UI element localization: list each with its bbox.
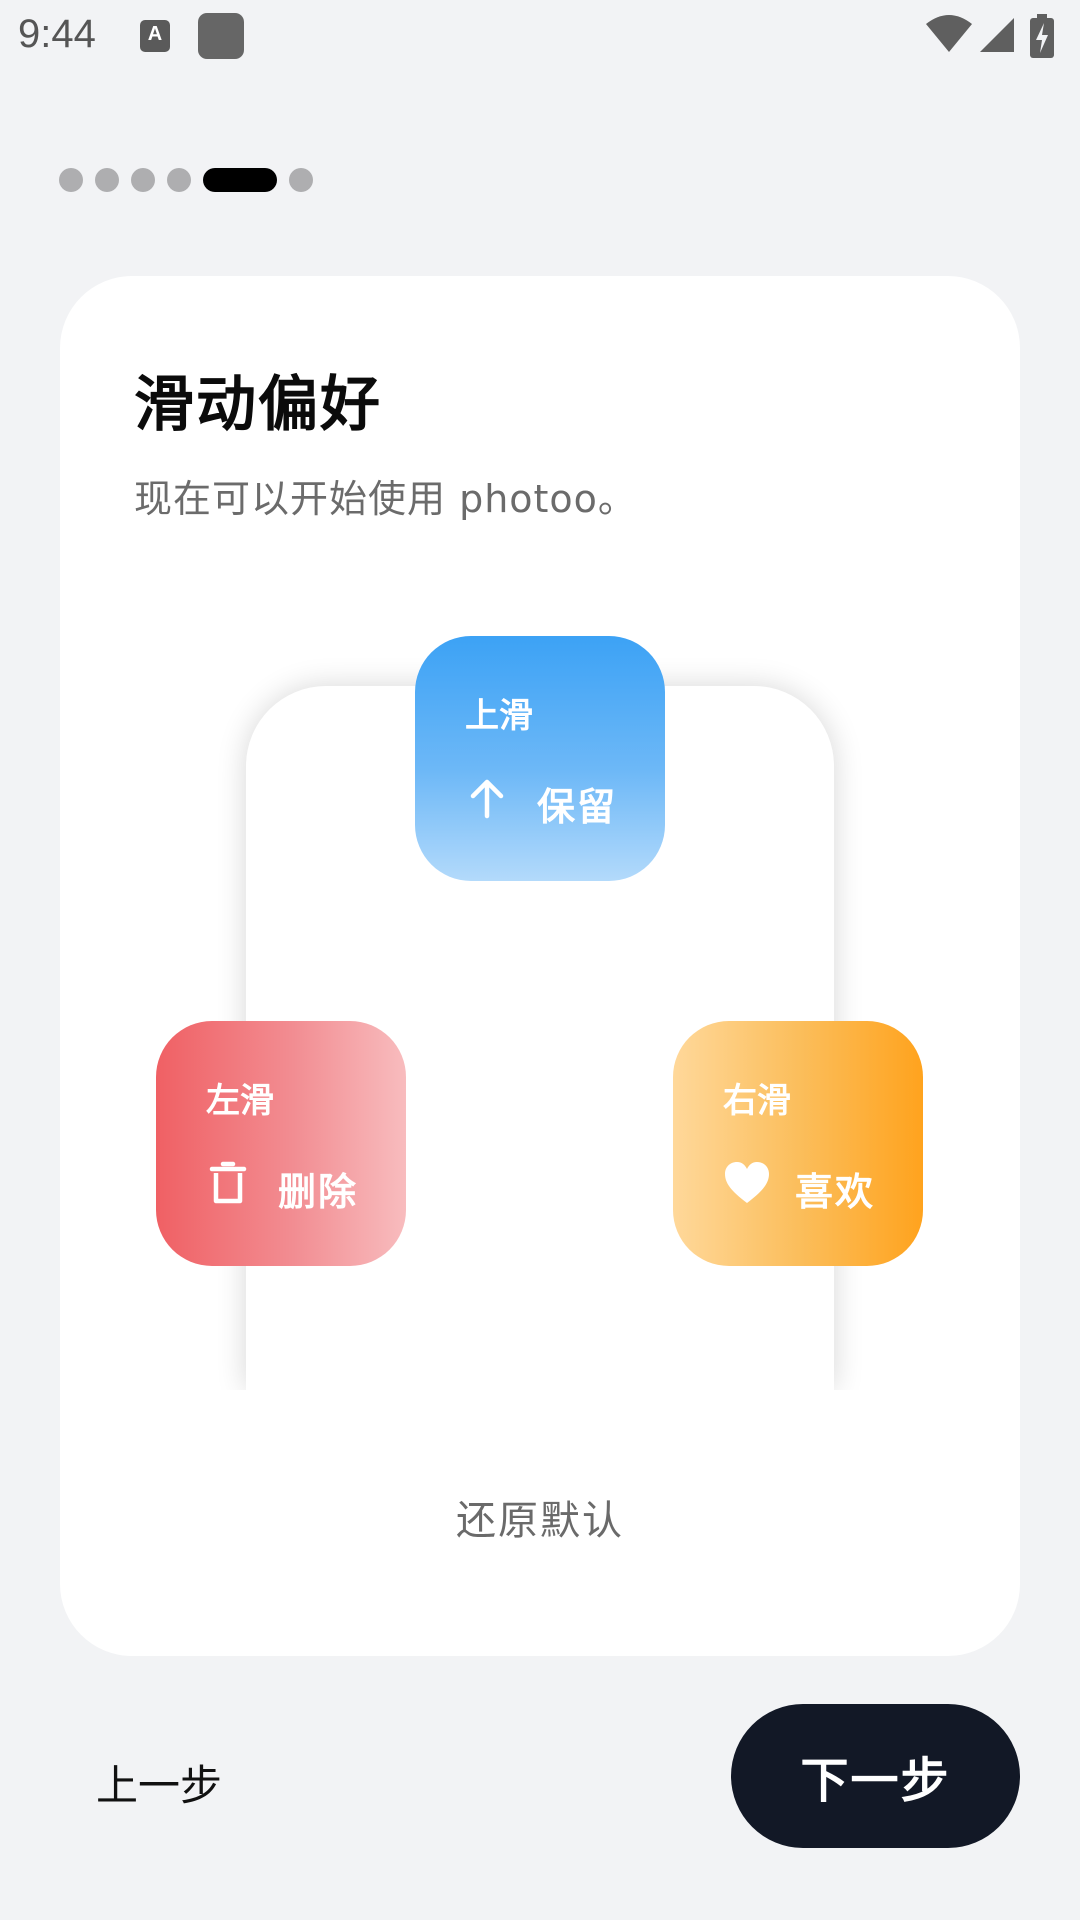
wifi-icon	[926, 15, 972, 52]
swipe-up-action-label: 保留	[537, 785, 618, 829]
trash-icon	[209, 1161, 247, 1204]
swipe-left-card[interactable]: 左滑 删除	[156, 1021, 406, 1266]
swipe-left-action-label: 删除	[278, 1170, 359, 1214]
swipe-preference-card: 滑动偏好 现在可以开始使用 photoo。 上滑 保留 左滑 删除 右滑 喜欢 …	[60, 276, 1020, 1656]
swipe-up-direction-label: 上滑	[465, 696, 533, 736]
arrow-up-icon	[470, 779, 504, 819]
swipe-left-direction-label: 左滑	[206, 1081, 274, 1121]
heart-icon	[725, 1162, 769, 1203]
status-icons	[926, 14, 1066, 58]
swipe-right-card[interactable]: 右滑 喜欢	[673, 1021, 923, 1266]
reset-default-link[interactable]: 还原默认	[60, 1488, 1020, 1546]
page-dot-active	[203, 168, 277, 192]
battery-charging-icon	[1030, 14, 1054, 58]
keyboard-a-icon: A	[140, 20, 170, 52]
page-dot	[167, 168, 191, 192]
status-time: 9:44	[18, 12, 96, 56]
page-dot	[131, 168, 155, 192]
page-dot	[95, 168, 119, 192]
swipe-illustration: 上滑 保留 左滑 删除 右滑 喜欢	[60, 276, 1020, 1656]
page-dot	[289, 168, 313, 192]
notification-app-icon	[198, 13, 244, 59]
swipe-up-card[interactable]: 上滑 保留	[415, 636, 665, 881]
previous-step-button[interactable]: 上一步	[96, 1752, 222, 1813]
status-bar: 9:44 A	[0, 0, 1080, 75]
swipe-right-action-label: 喜欢	[795, 1170, 876, 1214]
next-step-button[interactable]: 下一步	[731, 1704, 1020, 1848]
page-dot	[59, 168, 83, 192]
swipe-right-direction-label: 右滑	[723, 1081, 791, 1121]
cell-signal-icon	[980, 18, 1014, 52]
